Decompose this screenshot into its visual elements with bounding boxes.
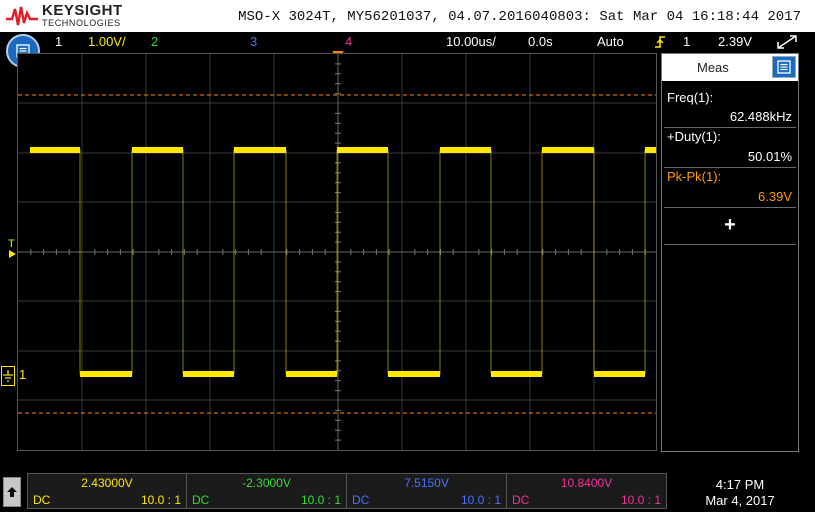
instrument-title: MSO-X 3024T, MY56201037, 04.07.201604080… [238, 9, 801, 25]
ch1-offset: 2.43000V [81, 476, 133, 490]
measurement-value: 50.01% [747, 149, 792, 164]
ch3-probe: 10.0 : 1 [460, 493, 501, 507]
ch4-offset: 10.8400V [560, 476, 613, 490]
measurement-label: Pk-Pk(1): [667, 169, 722, 184]
waveform-graticule [18, 54, 656, 450]
keysight-logo-icon [6, 6, 38, 26]
ch1-ground-marker[interactable] [1, 366, 15, 386]
add-measurement-button[interactable]: + [722, 215, 738, 235]
clock-time: 4:17 PM [715, 477, 765, 492]
ch2-offset: -2.3000V [242, 476, 291, 490]
ch3-number[interactable]: 3 [250, 34, 257, 49]
divider [664, 167, 796, 168]
menu-list-icon [777, 60, 791, 74]
trigger-mode[interactable]: Auto [597, 34, 624, 49]
divider [664, 127, 796, 128]
trigger-level-label: T [8, 238, 15, 250]
ch1-coupling: DC [33, 493, 51, 507]
divider [664, 244, 796, 245]
ch2-probe: 10.0 : 1 [300, 493, 341, 507]
measurement-label: +Duty(1): [667, 129, 721, 144]
ch2-number[interactable]: 2 [151, 34, 158, 49]
ground-icon [3, 370, 13, 382]
waveform-display[interactable] [17, 53, 657, 451]
channel-4-info[interactable]: 10.8400V DC 10.0 : 1 [506, 473, 667, 509]
measurements-panel: Meas Freq(1): 62.488kHz +Duty(1): 50.01%… [661, 53, 799, 452]
trigger-source[interactable]: 1 [683, 34, 690, 49]
ch3-coupling: DC [352, 493, 370, 507]
ch4-number[interactable]: 4 [345, 34, 352, 49]
brand-subtitle: TECHNOLOGIES [42, 18, 121, 28]
ch1-scale[interactable]: 1.00V/ [88, 34, 126, 49]
trigger-level[interactable]: 2.39V [718, 34, 752, 49]
ch1-waveform [30, 147, 656, 377]
measurement-label: Freq(1): [667, 90, 714, 105]
trigger-level-arrow-icon [9, 250, 16, 258]
brand-name: KEYSIGHT [42, 2, 123, 19]
touch-gesture-icon[interactable] [775, 33, 799, 51]
measurement-value: 6.39V [758, 189, 792, 204]
ch4-probe: 10.0 : 1 [620, 493, 661, 507]
divider [664, 207, 796, 208]
delay[interactable]: 0.0s [528, 34, 553, 49]
ch3-offset: 7.5150V [404, 476, 449, 490]
ch1-ground-label: 1 [19, 367, 27, 382]
status-bar: 1 1.00V/ 2 3 4 10.00us/ 0.0s Auto 1 2.39… [0, 32, 815, 52]
ch4-coupling: DC [512, 493, 530, 507]
trigger-edge-icon [655, 36, 665, 48]
timebase[interactable]: 10.00us/ [446, 34, 496, 49]
channel-1-info[interactable]: 2.43000V DC 10.0 : 1 [27, 473, 187, 509]
up-arrow-icon [7, 487, 17, 497]
measurement-value: 62.488kHz [729, 109, 792, 124]
channel-3-info[interactable]: 7.5150V DC 10.0 : 1 [346, 473, 507, 509]
clock-date: Mar 4, 2017 [705, 493, 775, 508]
ch1-number[interactable]: 1 [55, 34, 62, 49]
ch1-probe: 10.0 : 1 [140, 493, 181, 507]
measurements-title: Meas [697, 60, 729, 75]
ch2-coupling: DC [192, 493, 210, 507]
measurements-menu-button[interactable] [772, 56, 796, 78]
clock: 4:17 PM Mar 4, 2017 [690, 477, 790, 509]
trigger-level-marker[interactable]: T [8, 238, 16, 258]
measurements-header[interactable]: Meas [662, 54, 798, 81]
expand-up-button[interactable] [3, 477, 21, 507]
channel-2-info[interactable]: -2.3000V DC 10.0 : 1 [186, 473, 347, 509]
title-bar: KEYSIGHT TECHNOLOGIES MSO-X 3024T, MY562… [0, 0, 815, 32]
